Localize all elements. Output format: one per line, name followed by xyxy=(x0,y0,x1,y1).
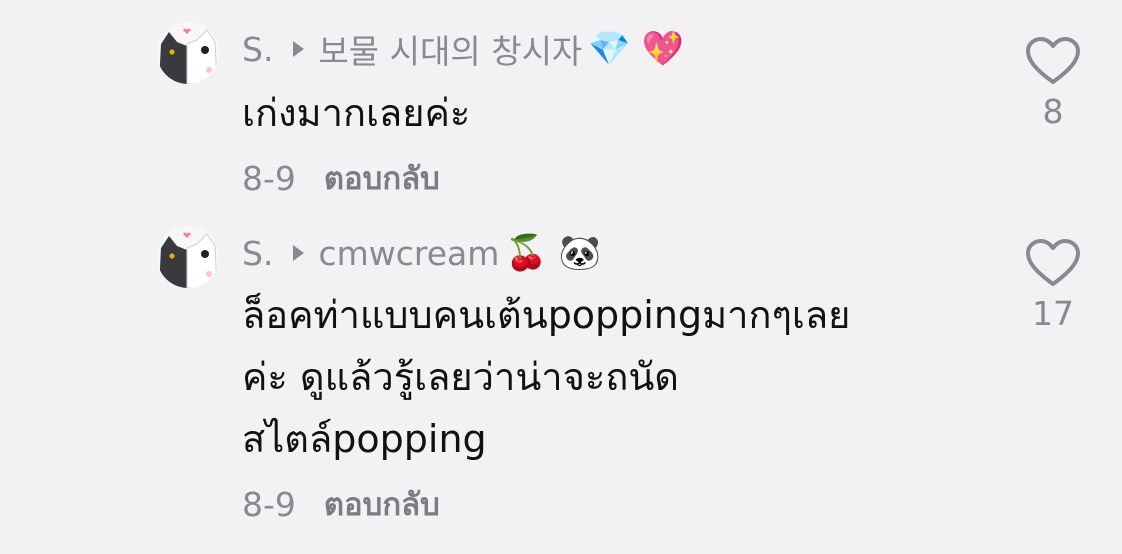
comment-meta: 8-9 ตอบกลับ xyxy=(242,484,440,524)
reply-to-emoji: 💎 💖 xyxy=(588,29,684,69)
reply-button[interactable]: ตอบกลับ xyxy=(324,479,440,529)
reply-to-emoji: 🍒 🐼 xyxy=(505,233,601,273)
reply-button[interactable]: ตอบกลับ xyxy=(324,153,440,203)
comment-text-line: เก่งมากเลยค่ะ xyxy=(242,91,471,135)
caret-right-icon xyxy=(293,41,305,57)
comment-text: ล็อคท่าแบบคนเต้นpoppingมากๆเลย ค่ะ ดูแล้… xyxy=(242,284,850,470)
heart-outline-icon xyxy=(1026,239,1080,286)
author-name[interactable]: S. xyxy=(242,234,273,273)
like-button[interactable]: 8 xyxy=(1018,36,1088,131)
cat-avatar-icon xyxy=(157,226,219,288)
comment-text-line: ล็อคท่าแบบคนเต้นpoppingมากๆเลย xyxy=(242,293,851,337)
comment-text-line: สไตล์popping xyxy=(242,417,487,461)
comment-header: S. 보물 시대의 창시자 💎 💖 xyxy=(242,24,684,74)
comment-date: 8-9 xyxy=(242,158,296,198)
caret-right-icon xyxy=(293,245,305,261)
comment-meta: 8-9 ตอบกลับ xyxy=(242,158,440,198)
comment-date: 8-9 xyxy=(242,484,296,524)
reply-to-name[interactable]: 보물 시대의 창시자 xyxy=(318,25,582,73)
like-count: 17 xyxy=(1032,294,1074,333)
like-button[interactable]: 17 xyxy=(1018,238,1088,333)
author-name[interactable]: S. xyxy=(242,30,273,69)
reply-to-name[interactable]: cmwcream xyxy=(318,234,499,273)
comment-text: เก่งมากเลยค่ะ xyxy=(242,82,470,144)
user-avatar[interactable] xyxy=(157,22,219,84)
heart-outline-icon xyxy=(1026,37,1080,84)
cat-avatar-icon xyxy=(157,22,219,84)
comment-text-line: ค่ะ ดูแล้วรู้เลยว่าน่าจะถนัด xyxy=(242,355,679,399)
comment-header: S. cmwcream 🍒 🐼 xyxy=(242,228,601,278)
like-count: 8 xyxy=(1042,92,1064,131)
user-avatar[interactable] xyxy=(157,226,219,288)
